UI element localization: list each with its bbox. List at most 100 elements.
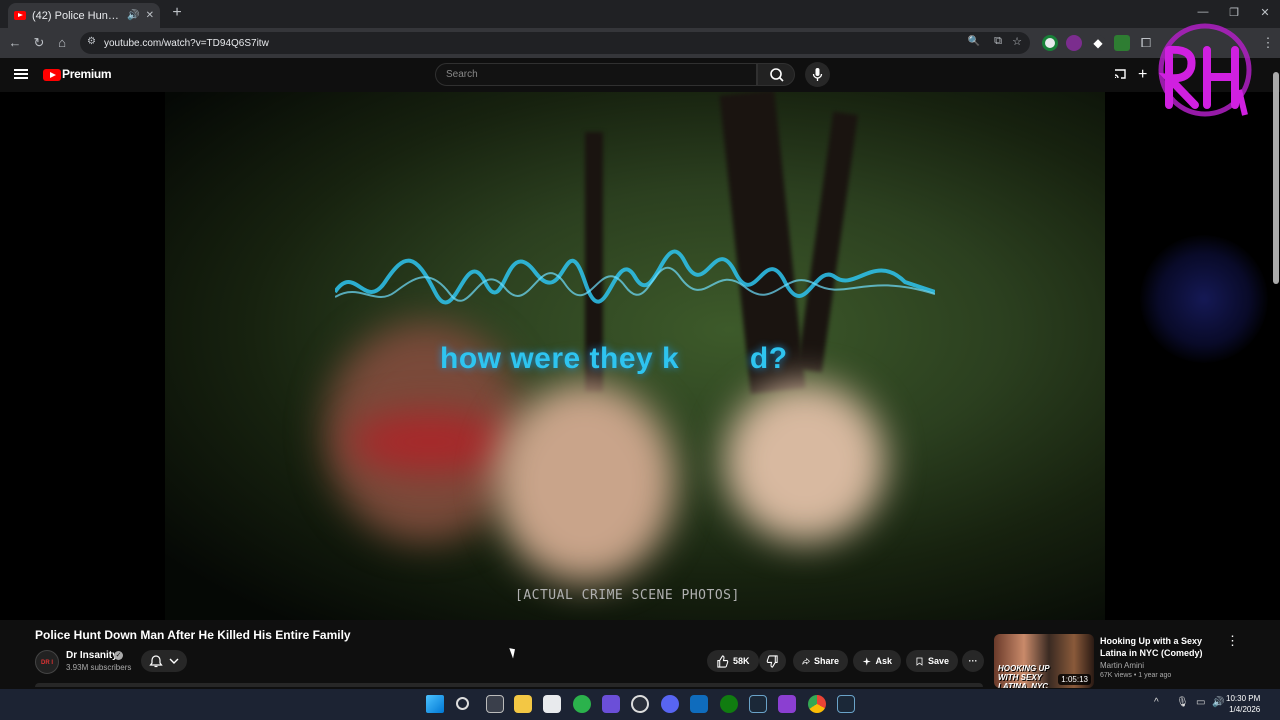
ask-button[interactable]: Ask bbox=[853, 650, 901, 672]
save-button[interactable]: Save bbox=[906, 650, 958, 672]
share-label: Share bbox=[813, 656, 839, 666]
steam-icon[interactable] bbox=[749, 695, 767, 713]
video-caption: how were they k d? bbox=[440, 342, 788, 375]
video-duration: 1:05:13 bbox=[1058, 674, 1091, 685]
chevron-down-icon bbox=[169, 658, 179, 664]
recommended-video-meta: 67K views • 1 year ago bbox=[1100, 672, 1172, 679]
page-scrollbar[interactable] bbox=[1272, 62, 1280, 687]
microphone-icon bbox=[812, 68, 823, 81]
obs-icon[interactable] bbox=[631, 695, 649, 713]
recommended-video-thumbnail[interactable]: HOOKING UP WITH SEXY LATINA, NYC 1:05:13 bbox=[994, 634, 1094, 688]
blurred-figure bbox=[495, 382, 675, 582]
more-dots-icon: ··· bbox=[968, 656, 978, 666]
green-app-icon[interactable] bbox=[573, 695, 591, 713]
bookmark-star-icon[interactable]: ☆ bbox=[1012, 35, 1022, 48]
clock-time: 10:30 PM bbox=[1226, 694, 1261, 703]
description-box[interactable] bbox=[35, 683, 983, 687]
video-subcaption: [ACTUAL CRIME SCENE PHOTOS] bbox=[515, 588, 740, 603]
overlay-orb bbox=[1140, 235, 1268, 363]
microsoft-store-icon[interactable] bbox=[543, 695, 561, 713]
extension-purple-icon[interactable] bbox=[1066, 35, 1082, 51]
clock-date: 1/4/2026 bbox=[1229, 705, 1261, 714]
minimize-button[interactable]: — bbox=[1188, 6, 1218, 18]
like-button[interactable]: 58K bbox=[707, 650, 759, 672]
url-text: youtube.com/watch?v=TD94Q6S7itw bbox=[104, 37, 269, 49]
share-button[interactable]: Share bbox=[793, 650, 848, 672]
hamburger-menu-icon[interactable] bbox=[14, 67, 28, 81]
home-icon[interactable]: ⌂ bbox=[53, 34, 71, 52]
browser-menu-icon[interactable]: ⋮ bbox=[1260, 35, 1276, 51]
zoom-icon[interactable]: 🔍 bbox=[968, 36, 980, 47]
search-input[interactable]: Search bbox=[435, 63, 757, 86]
taskbar-search-icon[interactable] bbox=[456, 697, 469, 710]
close-window-button[interactable]: ✕ bbox=[1250, 6, 1280, 19]
video-title: Police Hunt Down Man After He Killed His… bbox=[35, 628, 351, 642]
subscriber-count: 3.93M subscribers bbox=[66, 663, 132, 672]
scrollbar-thumb[interactable] bbox=[1273, 72, 1279, 284]
tray-mic-icon[interactable]: 🎙 bbox=[1176, 697, 1189, 708]
thumbnail-text: HOOKING UP WITH SEXY LATINA, NYC bbox=[998, 664, 1050, 688]
recommended-channel-name[interactable]: Martin Amini bbox=[1100, 661, 1144, 670]
video-player[interactable]: how were they k d? [ACTUAL CRIME SCENE P… bbox=[0, 92, 1280, 620]
browser-tab[interactable]: (42) Police Hunt Down Man After He Kille… bbox=[8, 3, 160, 28]
recommendation-menu-icon[interactable]: ⋮ bbox=[1226, 634, 1239, 648]
mouse-cursor-icon bbox=[509, 646, 518, 659]
purple-app-icon[interactable] bbox=[778, 695, 796, 713]
blurred-figure bbox=[350, 412, 510, 472]
channel-avatar[interactable]: DR I bbox=[35, 650, 59, 674]
chrome-icon[interactable] bbox=[808, 695, 826, 713]
rh-overlay-logo bbox=[1158, 23, 1252, 117]
extensions-puzzle-icon[interactable]: ⧠ bbox=[1138, 35, 1154, 51]
restore-button[interactable]: ❐ bbox=[1219, 6, 1249, 19]
youtube-logo-icon[interactable] bbox=[43, 69, 61, 81]
tray-display-icon[interactable]: ▭ bbox=[1196, 697, 1205, 708]
grid-app-icon[interactable] bbox=[602, 695, 620, 713]
voice-search-button[interactable] bbox=[805, 62, 830, 87]
sparkle-icon bbox=[862, 656, 871, 666]
tray-volume-icon[interactable]: 🔊 bbox=[1212, 697, 1224, 708]
like-count: 58K bbox=[733, 656, 750, 666]
extension-diamond-icon[interactable]: ◆ bbox=[1090, 35, 1106, 51]
site-info-icon[interactable]: ⚙ bbox=[87, 36, 96, 47]
search-icon bbox=[770, 68, 784, 82]
verified-check-icon: ✓ bbox=[114, 651, 123, 660]
install-app-icon[interactable]: ⧉ bbox=[994, 35, 1002, 48]
more-actions-button[interactable]: ··· bbox=[962, 650, 984, 672]
browser-tab-strip bbox=[0, 0, 1280, 28]
audio-waveform bbox=[335, 249, 935, 305]
search-button[interactable] bbox=[757, 63, 795, 86]
cast-icon[interactable] bbox=[1113, 67, 1127, 81]
xbox-icon[interactable] bbox=[720, 695, 738, 713]
new-tab-button[interactable]: + bbox=[168, 4, 186, 22]
reload-icon[interactable]: ↻ bbox=[30, 34, 48, 52]
recommended-video-title[interactable]: Hooking Up with a Sexy Latina in NYC (Co… bbox=[1100, 635, 1218, 659]
share-arrow-icon bbox=[802, 657, 810, 665]
back-arrow-icon[interactable]: ← bbox=[6, 34, 24, 52]
task-view-icon[interactable] bbox=[486, 695, 504, 713]
bell-icon bbox=[149, 655, 163, 668]
speaker-icon[interactable]: 🔊 bbox=[127, 10, 139, 21]
dislike-button[interactable] bbox=[759, 650, 786, 672]
channel-name[interactable]: Dr Insanity bbox=[66, 650, 118, 661]
extension-g-icon[interactable] bbox=[1042, 35, 1058, 51]
youtube-favicon-icon bbox=[14, 11, 26, 20]
address-bar[interactable]: ⚙ youtube.com/watch?v=TD94Q6S7itw 🔍 ⧉ ☆ bbox=[80, 32, 1030, 54]
tray-overflow-icon[interactable]: ^ bbox=[1154, 697, 1159, 708]
tab-title: (42) Police Hunt Down Man After He Kille… bbox=[32, 9, 122, 22]
file-explorer-icon[interactable] bbox=[514, 695, 532, 713]
video-frame: how were they k d? [ACTUAL CRIME SCENE P… bbox=[165, 92, 1105, 620]
steam-alt-icon[interactable] bbox=[837, 695, 855, 713]
thumbs-up-icon bbox=[717, 654, 729, 668]
youtube-brand[interactable]: Premium bbox=[62, 67, 112, 81]
thumbs-down-icon bbox=[766, 654, 778, 668]
notification-bell-button[interactable] bbox=[141, 650, 187, 672]
start-windows-icon[interactable] bbox=[426, 695, 444, 713]
discord-icon[interactable] bbox=[661, 695, 679, 713]
taskbar-clock[interactable]: 10:30 PM 1/4/2026 bbox=[1226, 693, 1260, 715]
blurred-figure bbox=[725, 382, 885, 542]
create-plus-icon[interactable]: + bbox=[1138, 67, 1147, 83]
bookmark-icon bbox=[916, 657, 923, 666]
tab-close-icon[interactable]: ✕ bbox=[146, 10, 154, 21]
outlook-icon[interactable] bbox=[690, 695, 708, 713]
extension-badge-icon[interactable] bbox=[1114, 35, 1130, 51]
